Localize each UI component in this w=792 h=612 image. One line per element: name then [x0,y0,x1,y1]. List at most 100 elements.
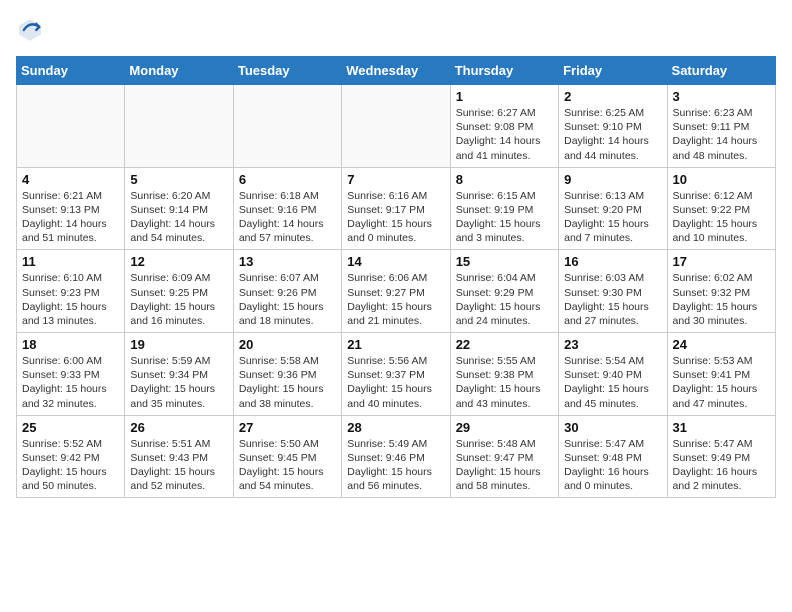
day-info: Sunrise: 6:12 AM Sunset: 9:22 PM Dayligh… [673,189,770,246]
calendar-day-header: Saturday [667,57,775,85]
calendar-day-cell [125,85,233,168]
day-info: Sunrise: 6:07 AM Sunset: 9:26 PM Dayligh… [239,271,336,328]
day-number: 1 [456,89,553,104]
calendar-day-cell [342,85,450,168]
calendar-day-header: Thursday [450,57,558,85]
calendar-day-header: Monday [125,57,233,85]
calendar-day-cell: 14 Sunrise: 6:06 AM Sunset: 9:27 PM Dayli… [342,250,450,333]
day-info: Sunrise: 5:58 AM Sunset: 9:36 PM Dayligh… [239,354,336,411]
calendar-header-row: SundayMondayTuesdayWednesdayThursdayFrid… [17,57,776,85]
day-info: Sunrise: 5:51 AM Sunset: 9:43 PM Dayligh… [130,437,227,494]
day-number: 20 [239,337,336,352]
calendar-day-cell: 7 Sunrise: 6:16 AM Sunset: 9:17 PM Daylig… [342,167,450,250]
day-info: Sunrise: 6:04 AM Sunset: 9:29 PM Dayligh… [456,271,553,328]
day-info: Sunrise: 5:52 AM Sunset: 9:42 PM Dayligh… [22,437,119,494]
calendar-day-cell: 2Sunrise: 6:25 AM Sunset: 9:10 PM Daylig… [559,85,667,168]
calendar-week-row: 11Sunrise: 6:10 AM Sunset: 9:23 PM Dayli… [17,250,776,333]
day-info: Sunrise: 6:16 AM Sunset: 9:17 PM Dayligh… [347,189,444,246]
day-number: 5 [130,172,227,187]
calendar-day-cell: 20 Sunrise: 5:58 AM Sunset: 9:36 PM Dayli… [233,333,341,416]
calendar-day-cell: 15 Sunrise: 6:04 AM Sunset: 9:29 PM Dayli… [450,250,558,333]
day-number: 15 [456,254,553,269]
day-info: Sunrise: 6:02 AM Sunset: 9:32 PM Dayligh… [673,271,770,328]
calendar-day-cell [17,85,125,168]
calendar-week-row: 4 Sunrise: 6:21 AM Sunset: 9:13 PM Daylig… [17,167,776,250]
calendar-day-cell: 22 Sunrise: 5:55 AM Sunset: 9:38 PM Dayli… [450,333,558,416]
day-info: Sunrise: 5:53 AM Sunset: 9:41 PM Dayligh… [673,354,770,411]
calendar-day-cell: 21 Sunrise: 5:56 AM Sunset: 9:37 PM Dayli… [342,333,450,416]
day-number: 3 [673,89,770,104]
calendar-day-cell: 3 Sunrise: 6:23 AM Sunset: 9:11 PM Daylig… [667,85,775,168]
day-number: 17 [673,254,770,269]
calendar-day-cell: 29Sunrise: 5:48 AM Sunset: 9:47 PM Dayli… [450,415,558,498]
calendar-day-cell: 24 Sunrise: 5:53 AM Sunset: 9:41 PM Dayli… [667,333,775,416]
day-number: 28 [347,420,444,435]
calendar-day-cell: 30Sunrise: 5:47 AM Sunset: 9:48 PM Dayli… [559,415,667,498]
day-info: Sunrise: 5:56 AM Sunset: 9:37 PM Dayligh… [347,354,444,411]
calendar-day-cell: 17 Sunrise: 6:02 AM Sunset: 9:32 PM Dayli… [667,250,775,333]
day-info: Sunrise: 6:27 AM Sunset: 9:08 PM Dayligh… [456,106,553,163]
day-info: Sunrise: 5:49 AM Sunset: 9:46 PM Dayligh… [347,437,444,494]
calendar-day-cell: 31 Sunrise: 5:47 AM Sunset: 9:49 PM Dayli… [667,415,775,498]
day-info: Sunrise: 5:59 AM Sunset: 9:34 PM Dayligh… [130,354,227,411]
page-header [16,16,776,44]
calendar-week-row: 1 Sunrise: 6:27 AM Sunset: 9:08 PM Daylig… [17,85,776,168]
calendar-week-row: 18 Sunrise: 6:00 AM Sunset: 9:33 PM Dayli… [17,333,776,416]
day-number: 23 [564,337,661,352]
calendar-day-header: Friday [559,57,667,85]
logo-icon [16,16,44,44]
calendar-day-cell: 1 Sunrise: 6:27 AM Sunset: 9:08 PM Daylig… [450,85,558,168]
day-number: 24 [673,337,770,352]
day-info: Sunrise: 6:09 AM Sunset: 9:25 PM Dayligh… [130,271,227,328]
day-info: Sunrise: 6:20 AM Sunset: 9:14 PM Dayligh… [130,189,227,246]
day-info: Sunrise: 6:00 AM Sunset: 9:33 PM Dayligh… [22,354,119,411]
day-info: Sunrise: 6:23 AM Sunset: 9:11 PM Dayligh… [673,106,770,163]
day-info: Sunrise: 6:03 AM Sunset: 9:30 PM Dayligh… [564,271,661,328]
day-number: 6 [239,172,336,187]
day-number: 25 [22,420,119,435]
day-info: Sunrise: 6:15 AM Sunset: 9:19 PM Dayligh… [456,189,553,246]
calendar-day-cell: 28 Sunrise: 5:49 AM Sunset: 9:46 PM Dayli… [342,415,450,498]
day-number: 19 [130,337,227,352]
day-info: Sunrise: 5:47 AM Sunset: 9:48 PM Dayligh… [564,437,661,494]
calendar-day-cell: 16 Sunrise: 6:03 AM Sunset: 9:30 PM Dayli… [559,250,667,333]
calendar-table: SundayMondayTuesdayWednesdayThursdayFrid… [16,56,776,498]
calendar-week-row: 25 Sunrise: 5:52 AM Sunset: 9:42 PM Dayli… [17,415,776,498]
day-number: 27 [239,420,336,435]
calendar-day-cell: 25 Sunrise: 5:52 AM Sunset: 9:42 PM Dayli… [17,415,125,498]
day-number: 10 [673,172,770,187]
day-number: 2 [564,89,661,104]
day-number: 9 [564,172,661,187]
day-info: Sunrise: 6:18 AM Sunset: 9:16 PM Dayligh… [239,189,336,246]
calendar-day-header: Wednesday [342,57,450,85]
calendar-day-cell: 5 Sunrise: 6:20 AM Sunset: 9:14 PM Daylig… [125,167,233,250]
day-number: 14 [347,254,444,269]
day-number: 4 [22,172,119,187]
day-info: Sunrise: 6:06 AM Sunset: 9:27 PM Dayligh… [347,271,444,328]
day-number: 26 [130,420,227,435]
calendar-day-cell [233,85,341,168]
calendar-day-cell: 19 Sunrise: 5:59 AM Sunset: 9:34 PM Dayli… [125,333,233,416]
calendar-day-cell: 27 Sunrise: 5:50 AM Sunset: 9:45 PM Dayli… [233,415,341,498]
logo [16,16,48,44]
day-info: Sunrise: 5:54 AM Sunset: 9:40 PM Dayligh… [564,354,661,411]
day-number: 8 [456,172,553,187]
day-number: 7 [347,172,444,187]
day-info: Sunrise: 6:21 AM Sunset: 9:13 PM Dayligh… [22,189,119,246]
day-number: 21 [347,337,444,352]
day-info: Sunrise: 5:47 AM Sunset: 9:49 PM Dayligh… [673,437,770,494]
day-number: 11 [22,254,119,269]
day-number: 22 [456,337,553,352]
day-info: Sunrise: 6:13 AM Sunset: 9:20 PM Dayligh… [564,189,661,246]
day-info: Sunrise: 5:50 AM Sunset: 9:45 PM Dayligh… [239,437,336,494]
day-number: 16 [564,254,661,269]
day-info: Sunrise: 5:48 AM Sunset: 9:47 PM Dayligh… [456,437,553,494]
calendar-day-cell: 6 Sunrise: 6:18 AM Sunset: 9:16 PM Daylig… [233,167,341,250]
day-number: 31 [673,420,770,435]
calendar-day-cell: 23 Sunrise: 5:54 AM Sunset: 9:40 PM Dayli… [559,333,667,416]
calendar-day-cell: 10 Sunrise: 6:12 AM Sunset: 9:22 PM Dayli… [667,167,775,250]
day-info: Sunrise: 5:55 AM Sunset: 9:38 PM Dayligh… [456,354,553,411]
day-number: 13 [239,254,336,269]
day-number: 18 [22,337,119,352]
calendar-day-cell: 4 Sunrise: 6:21 AM Sunset: 9:13 PM Daylig… [17,167,125,250]
